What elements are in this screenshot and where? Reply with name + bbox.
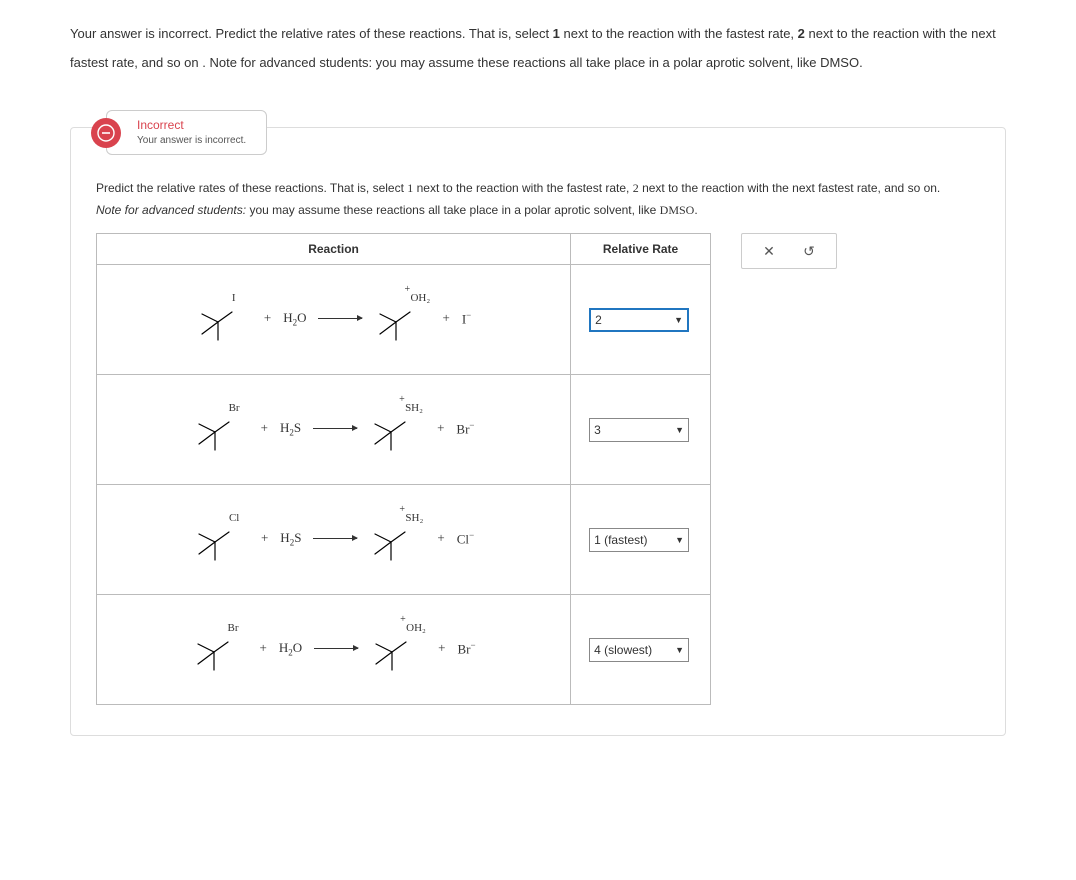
reactant-molecule: Br bbox=[192, 624, 248, 672]
reactant-molecule: Br bbox=[193, 404, 249, 452]
plus-sign: + bbox=[437, 530, 444, 546]
intro-mid1: next to the reaction with the fastest ra… bbox=[564, 26, 798, 41]
instr-period: . bbox=[694, 203, 697, 217]
charge-plus: + bbox=[399, 394, 405, 405]
reaction-cell: I + H2O + OH₂ + I− bbox=[97, 265, 571, 375]
intro-text: Your answer is incorrect. Predict the re… bbox=[70, 26, 553, 41]
charge-plus: + bbox=[400, 614, 406, 625]
feedback-intro: Your answer is incorrect. Predict the re… bbox=[70, 20, 1006, 77]
table-row: I + H2O + OH₂ + I− 2 bbox=[97, 265, 711, 375]
counter-ion: I− bbox=[462, 310, 471, 327]
counter-ion: Br− bbox=[456, 420, 474, 437]
badge-title: Incorrect bbox=[137, 117, 246, 134]
arrow-icon bbox=[313, 538, 357, 539]
instr-a: Predict the relative rates of these reac… bbox=[96, 181, 407, 195]
instr-c: next to the reaction with the next faste… bbox=[642, 181, 940, 195]
reagent: H2O bbox=[283, 310, 306, 328]
arrow-icon bbox=[314, 648, 358, 649]
reagent: H2O bbox=[279, 640, 302, 658]
rate-select[interactable]: 3 bbox=[589, 418, 689, 442]
close-button[interactable]: ✕ bbox=[760, 242, 778, 260]
reagent: H2S bbox=[280, 420, 301, 438]
leaving-group: Cl bbox=[229, 512, 239, 524]
charge-plus: + bbox=[404, 284, 410, 295]
status-badge: Incorrect Your answer is incorrect. bbox=[91, 110, 267, 155]
reagent: H2S bbox=[280, 530, 301, 548]
rate-select[interactable]: 2 bbox=[589, 308, 689, 332]
instr-note-label: Note for advanced students: bbox=[96, 203, 246, 217]
arrow-icon bbox=[318, 318, 362, 319]
plus-sign: + bbox=[261, 420, 268, 436]
table-row: Cl + H2S + SH₂ + Cl− 1 (fastest) bbox=[97, 485, 711, 595]
reactant-molecule: I bbox=[196, 294, 252, 342]
plus-sign: + bbox=[261, 530, 268, 546]
reaction-table: Reaction Relative Rate I + H2O bbox=[96, 233, 711, 705]
rate-select[interactable]: 4 (slowest) bbox=[589, 638, 689, 662]
plus-sign: + bbox=[437, 420, 444, 436]
col-rate: Relative Rate bbox=[571, 234, 711, 265]
leaving-group: Br bbox=[229, 402, 240, 414]
charge-plus: + bbox=[399, 504, 405, 515]
product-group: SH₂ bbox=[405, 402, 423, 414]
instr-two: 2 bbox=[633, 181, 639, 195]
product-molecule: + OH₂ bbox=[370, 624, 426, 672]
product-molecule: + SH₂ bbox=[369, 514, 425, 562]
arrow-icon bbox=[313, 428, 357, 429]
plus-sign: + bbox=[260, 640, 267, 656]
reset-button[interactable]: ↺ bbox=[800, 242, 818, 260]
rate-cell: 3 bbox=[571, 375, 711, 485]
badge-sub: Your answer is incorrect. bbox=[137, 134, 246, 148]
rate-select[interactable]: 1 (fastest) bbox=[589, 528, 689, 552]
intro-one: 1 bbox=[553, 26, 560, 41]
counter-ion: Br− bbox=[457, 640, 475, 657]
rate-cell: 2 bbox=[571, 265, 711, 375]
plus-sign: + bbox=[442, 310, 449, 326]
table-row: Br + H2S + SH₂ + Br− 3 bbox=[97, 375, 711, 485]
plus-sign: + bbox=[264, 310, 271, 326]
rate-cell: 1 (fastest) bbox=[571, 485, 711, 595]
reaction-cell: Br + H2S + SH₂ + Br− bbox=[97, 375, 571, 485]
col-reaction: Reaction bbox=[97, 234, 571, 265]
question-panel: Incorrect Your answer is incorrect. Pred… bbox=[70, 127, 1006, 736]
product-group: OH₂ bbox=[410, 292, 430, 304]
instr-dmso: DMSO bbox=[660, 203, 695, 217]
rate-cell: 4 (slowest) bbox=[571, 595, 711, 705]
product-group: OH₂ bbox=[406, 622, 426, 634]
counter-ion: Cl− bbox=[457, 530, 474, 547]
incorrect-icon bbox=[91, 118, 121, 148]
instructions: Predict the relative rates of these reac… bbox=[96, 178, 980, 221]
reaction-cell: Cl + H2S + SH₂ + Cl− bbox=[97, 485, 571, 595]
instr-note-body: you may assume these reactions all take … bbox=[249, 203, 659, 217]
product-molecule: + SH₂ bbox=[369, 404, 425, 452]
leaving-group: I bbox=[232, 292, 236, 304]
plus-sign: + bbox=[438, 640, 445, 656]
product-molecule: + OH₂ bbox=[374, 294, 430, 342]
instr-b: next to the reaction with the fastest ra… bbox=[417, 181, 633, 195]
intro-two: 2 bbox=[798, 26, 805, 41]
toolbox: ✕ ↺ bbox=[741, 233, 837, 269]
instr-one: 1 bbox=[407, 181, 413, 195]
reactant-molecule: Cl bbox=[193, 514, 249, 562]
reaction-cell: Br + H2O + OH₂ + Br− bbox=[97, 595, 571, 705]
product-group: SH₂ bbox=[405, 512, 423, 524]
leaving-group: Br bbox=[228, 622, 239, 634]
table-row: Br + H2O + OH₂ + Br− 4 (slowest) bbox=[97, 595, 711, 705]
